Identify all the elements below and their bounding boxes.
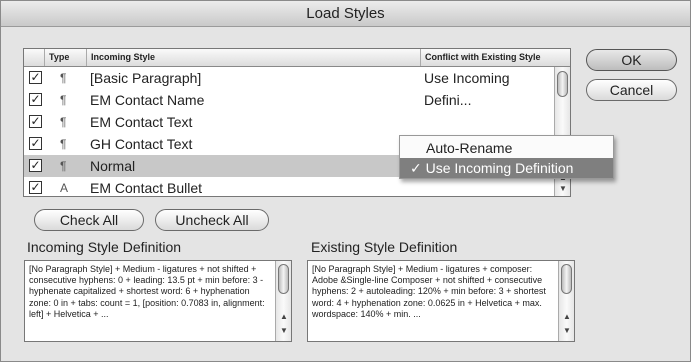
existing-definition-text: [No Paragraph Style] + Medium - ligature… [312, 264, 546, 319]
character-style-icon: A [60, 181, 69, 195]
style-name: Normal [90, 158, 136, 174]
style-name: GH Contact Text [90, 136, 193, 152]
scroll-thumb[interactable] [557, 71, 568, 97]
scroll-down-arrow-icon[interactable]: ▼ [557, 184, 569, 193]
paragraph-style-icon: ¶ [60, 93, 67, 107]
incoming-definition-scrollbar[interactable]: ▲ ▼ [275, 261, 291, 341]
table-row[interactable]: ✓ ¶ EM Contact Text [24, 111, 554, 133]
existing-definition-box[interactable]: [No Paragraph Style] + Medium - ligature… [307, 260, 575, 342]
ok-button[interactable]: OK [586, 49, 677, 71]
scroll-down-arrow-icon[interactable]: ▼ [561, 325, 573, 336]
row-checkbox[interactable]: ✓ [29, 71, 42, 84]
table-rows: ✓ ¶ [Basic Paragraph] Use Incoming Defin… [24, 67, 554, 199]
incoming-definition-label: Incoming Style Definition [27, 239, 182, 255]
row-checkbox[interactable]: ✓ [29, 115, 42, 128]
style-name: EM Contact Bullet [90, 180, 203, 196]
paragraph-style-icon: ¶ [60, 137, 67, 151]
conflict-popup-menu: Auto-Rename ✓ Use Incoming Definition [399, 135, 614, 179]
paragraph-style-icon: ¶ [60, 71, 67, 85]
style-name: [Basic Paragraph] [90, 70, 202, 86]
uncheck-all-button[interactable]: Uncheck All [155, 209, 269, 231]
row-checkbox[interactable]: ✓ [29, 181, 42, 194]
table-row[interactable]: ✓ ¶ [Basic Paragraph] Use Incoming Defin… [24, 67, 554, 108]
style-name: EM Contact Name [90, 92, 205, 108]
table-row[interactable]: ✓ ¶ EM Contact Name [24, 89, 554, 111]
existing-definition-scrollbar[interactable]: ▲ ▼ [558, 261, 574, 341]
check-all-button[interactable]: Check All [34, 209, 144, 231]
header-conflict[interactable]: Conflict with Existing Style [420, 49, 570, 66]
menu-item-auto-rename[interactable]: Auto-Rename [400, 138, 613, 158]
paragraph-style-icon: ¶ [60, 159, 67, 173]
menu-item-use-incoming-definition[interactable]: ✓ Use Incoming Definition [400, 158, 613, 178]
row-checkbox[interactable]: ✓ [29, 159, 42, 172]
table-row[interactable]: ✓ A EM Contact Bullet [24, 177, 554, 199]
scroll-down-arrow-icon[interactable]: ▼ [278, 325, 290, 336]
header-checkbox-column [24, 49, 44, 66]
scroll-thumb[interactable] [278, 264, 289, 294]
scroll-up-arrow-icon[interactable]: ▲ [278, 311, 290, 322]
existing-definition-label: Existing Style Definition [311, 239, 458, 255]
row-checkbox[interactable]: ✓ [29, 137, 42, 150]
cancel-button[interactable]: Cancel [586, 79, 677, 101]
scroll-up-arrow-icon[interactable]: ▲ [561, 311, 573, 322]
incoming-definition-text: [No Paragraph Style] + Medium - ligature… [29, 264, 265, 319]
load-styles-dialog: Load Styles Type Incoming Style Conflict… [0, 0, 691, 362]
scroll-thumb[interactable] [561, 264, 572, 294]
table-header: Type Incoming Style Conflict with Existi… [24, 49, 570, 67]
header-incoming-style[interactable]: Incoming Style [86, 49, 420, 66]
dialog-title: Load Styles [1, 1, 690, 27]
paragraph-style-icon: ¶ [60, 115, 67, 129]
row-checkbox[interactable]: ✓ [29, 93, 42, 106]
incoming-definition-box[interactable]: [No Paragraph Style] + Medium - ligature… [24, 260, 292, 342]
header-type[interactable]: Type [44, 49, 86, 66]
style-name: EM Contact Text [90, 114, 193, 130]
